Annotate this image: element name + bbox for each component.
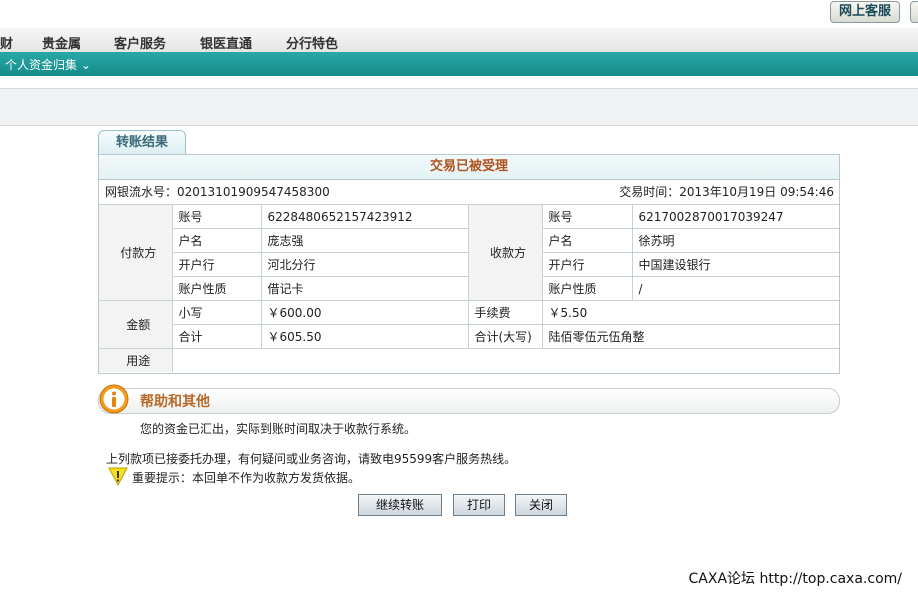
amount-total: ￥605.50 <box>260 324 469 349</box>
payee-account: 6217002870017039247 <box>631 205 839 229</box>
nav-item-branch[interactable]: 分行特色 <box>286 33 338 52</box>
payee-bank-label: 开户行 <box>541 252 633 277</box>
print-button[interactable]: 打印 <box>453 494 505 516</box>
tab-transfer-result[interactable]: 转账结果 <box>98 130 186 155</box>
sub-nav-bar: 个人资金归集 ⌄ <box>0 52 918 76</box>
payee-account-label: 账号 <box>541 205 633 229</box>
purpose-value <box>171 348 839 372</box>
sub-nav-fund-collect[interactable]: 个人资金归集 ⌄ <box>5 56 91 73</box>
payee-name-label: 户名 <box>541 228 633 253</box>
transfer-table: 付款方 账号 6228480652157423912 收款方 账号 621700… <box>99 205 839 372</box>
payer-account: 6228480652157423912 <box>260 205 469 229</box>
nav-item-precious-metal[interactable]: 贵金属 <box>42 33 81 52</box>
serial-value: 02013101909547458300 <box>177 185 330 199</box>
nav-item-wealth[interactable]: 财 <box>0 33 13 52</box>
time-info: 交易时间：2013年10月19日 09:54:46 <box>619 180 834 204</box>
online-service-button[interactable]: 网上客服 <box>830 1 901 23</box>
payer-section-label: 付款方 <box>99 205 173 301</box>
table-row: 用途 <box>99 348 839 372</box>
payer-name-label: 户名 <box>172 228 262 253</box>
table-row: 付款方 账号 6228480652157423912 收款方 账号 621700… <box>99 205 839 301</box>
continue-transfer-button[interactable]: 继续转账 <box>358 494 442 516</box>
payee-type: / <box>631 276 839 301</box>
purpose-label: 用途 <box>99 348 173 372</box>
payer-name: 庞志强 <box>260 228 469 253</box>
warning-note: 重要提示：本回单不作为收款方发货依据。 <box>132 471 361 485</box>
serial-info: 网银流水号：02013101909547458300 <box>105 180 330 204</box>
payer-type: 借记卡 <box>260 276 469 301</box>
fee-value: ￥5.50 <box>541 300 839 325</box>
payer-type-label: 账户性质 <box>172 276 262 301</box>
nav-item-customer-service[interactable]: 客户服务 <box>114 33 166 52</box>
sub-nav-label: 个人资金归集 <box>5 58 78 72</box>
help-title: 帮助和其他 <box>140 394 210 410</box>
table-row: 合计 ￥605.50 合计(大写) 陆佰零伍元伍角整 <box>99 324 839 349</box>
amount-small-label: 小写 <box>171 300 262 325</box>
amount-section-label: 金额 <box>99 300 173 349</box>
breadcrumb-band <box>0 88 918 126</box>
payer-bank-label: 开户行 <box>172 252 262 277</box>
result-panel: 交易已被受理 网银流水号：02013101909547458300 交易时间：2… <box>98 154 840 374</box>
serial-row: 网银流水号：02013101909547458300 交易时间：2013年10月… <box>99 180 839 205</box>
amount-small: ￥600.00 <box>260 300 469 325</box>
fee-label: 手续费 <box>467 300 543 325</box>
table-row: 金额 小写 ￥600.00 手续费 ￥5.50 <box>99 300 839 349</box>
payer-account-label: 账号 <box>171 205 262 229</box>
top-extra-button[interactable] <box>910 1 918 23</box>
help-text: 您的资金已汇出，实际到账时间取决于收款行系统。 <box>140 422 417 436</box>
service-note: 上列款项已接委托办理，有何疑问或业务咨询，请致电95599客户服务热线。 <box>106 452 517 466</box>
amount-upper: 陆佰零伍元伍角整 <box>541 324 839 349</box>
info-icon <box>99 384 129 414</box>
time-label: 交易时间： <box>619 185 680 199</box>
time-value: 2013年10月19日 09:54:46 <box>679 185 834 199</box>
amount-upper-label: 合计(大写) <box>467 324 543 349</box>
payer-bank: 河北分行 <box>260 252 469 277</box>
amount-total-label: 合计 <box>172 324 262 349</box>
nav-item-medical[interactable]: 银医直通 <box>200 33 252 52</box>
footer-watermark: CAXA论坛 http://top.caxa.com/ <box>688 571 902 587</box>
warning-icon <box>108 467 128 486</box>
close-button[interactable]: 关闭 <box>515 494 567 516</box>
main-nav: 财 贵金属 客户服务 银医直通 分行特色 <box>0 28 918 52</box>
payee-type-label: 账户性质 <box>541 276 633 301</box>
payee-section-label: 收款方 <box>467 205 543 301</box>
chevron-down-icon: ⌄ <box>80 58 91 72</box>
payee-name: 徐苏明 <box>631 228 839 253</box>
status-title: 交易已被受理 <box>99 155 839 180</box>
payee-bank: 中国建设银行 <box>631 252 839 277</box>
serial-label: 网银流水号： <box>105 185 178 199</box>
